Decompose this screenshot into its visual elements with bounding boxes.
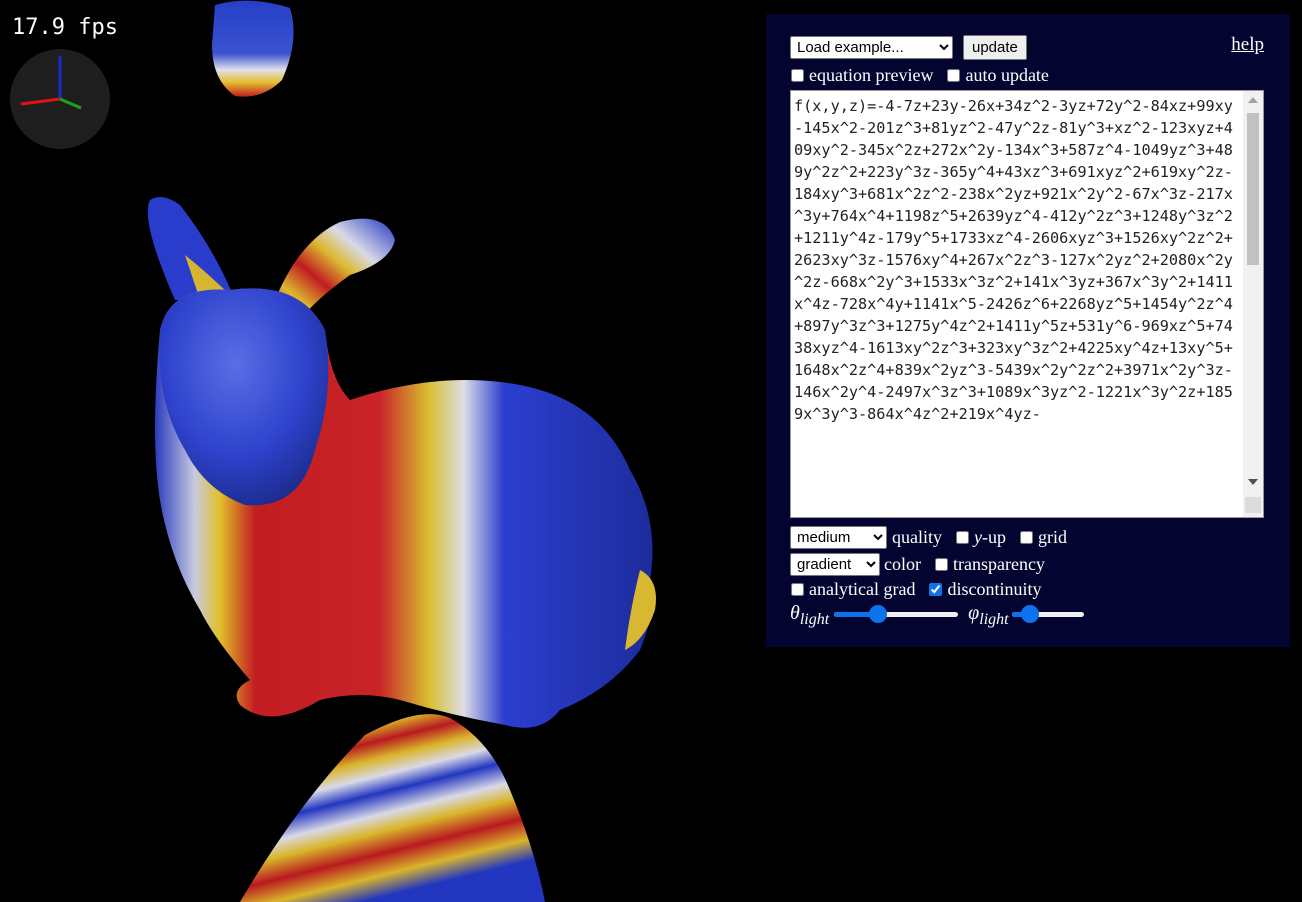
- equation-scrollbar[interactable]: [1243, 91, 1263, 517]
- y-up-label: y-up: [974, 527, 1006, 548]
- analytical-grad-checkbox[interactable]: [791, 583, 804, 596]
- analytical-grad-label: analytical grad: [809, 579, 916, 599]
- grid-checkbox[interactable]: [1020, 531, 1033, 544]
- y-up-checkbox[interactable]: [956, 531, 969, 544]
- theta-light-slider[interactable]: [834, 604, 959, 623]
- discontinuity-label: discontinuity: [947, 579, 1042, 599]
- phi-light-slider[interactable]: [1011, 604, 1084, 623]
- resize-grip-icon[interactable]: [1245, 497, 1261, 513]
- equation-preview-checkbox[interactable]: [791, 69, 804, 82]
- color-select[interactable]: gradient: [790, 553, 880, 576]
- color-label: color: [884, 554, 921, 574]
- scroll-thumb[interactable]: [1247, 113, 1259, 265]
- discontinuity-checkbox[interactable]: [929, 583, 943, 596]
- theta-subscript: light: [799, 611, 830, 628]
- update-button[interactable]: update: [963, 35, 1027, 60]
- scroll-down-arrow-icon[interactable]: [1248, 479, 1258, 485]
- quality-label: quality: [892, 527, 942, 547]
- phi-symbol: φ: [968, 602, 980, 624]
- equation-textarea[interactable]: [791, 91, 1243, 517]
- theta-symbol: θ: [790, 602, 800, 624]
- equation-editor: [790, 90, 1264, 518]
- transparency-label: transparency: [952, 554, 1045, 574]
- auto-update-checkbox[interactable]: [947, 69, 961, 82]
- transparency-checkbox[interactable]: [934, 558, 948, 571]
- auto-update-label: auto update: [965, 65, 1049, 85]
- scroll-up-arrow-icon[interactable]: [1248, 97, 1258, 103]
- phi-light-label: φlight: [968, 602, 1009, 628]
- grid-label: grid: [1038, 527, 1067, 547]
- help-link[interactable]: help: [1231, 34, 1264, 56]
- phi-subscript: light: [979, 611, 1009, 628]
- fps-counter: 17.9 fps: [12, 15, 118, 40]
- y-up-var: y: [974, 527, 982, 547]
- equation-preview-label: equation preview: [809, 65, 934, 85]
- quality-select[interactable]: medium: [790, 526, 887, 549]
- control-panel: Load example... update help equation pre…: [766, 14, 1290, 647]
- axis-gizmo[interactable]: [10, 49, 110, 149]
- theta-light-label: θlight: [790, 602, 830, 628]
- example-select[interactable]: Load example...: [790, 36, 953, 59]
- y-up-suffix: -up: [982, 527, 1006, 547]
